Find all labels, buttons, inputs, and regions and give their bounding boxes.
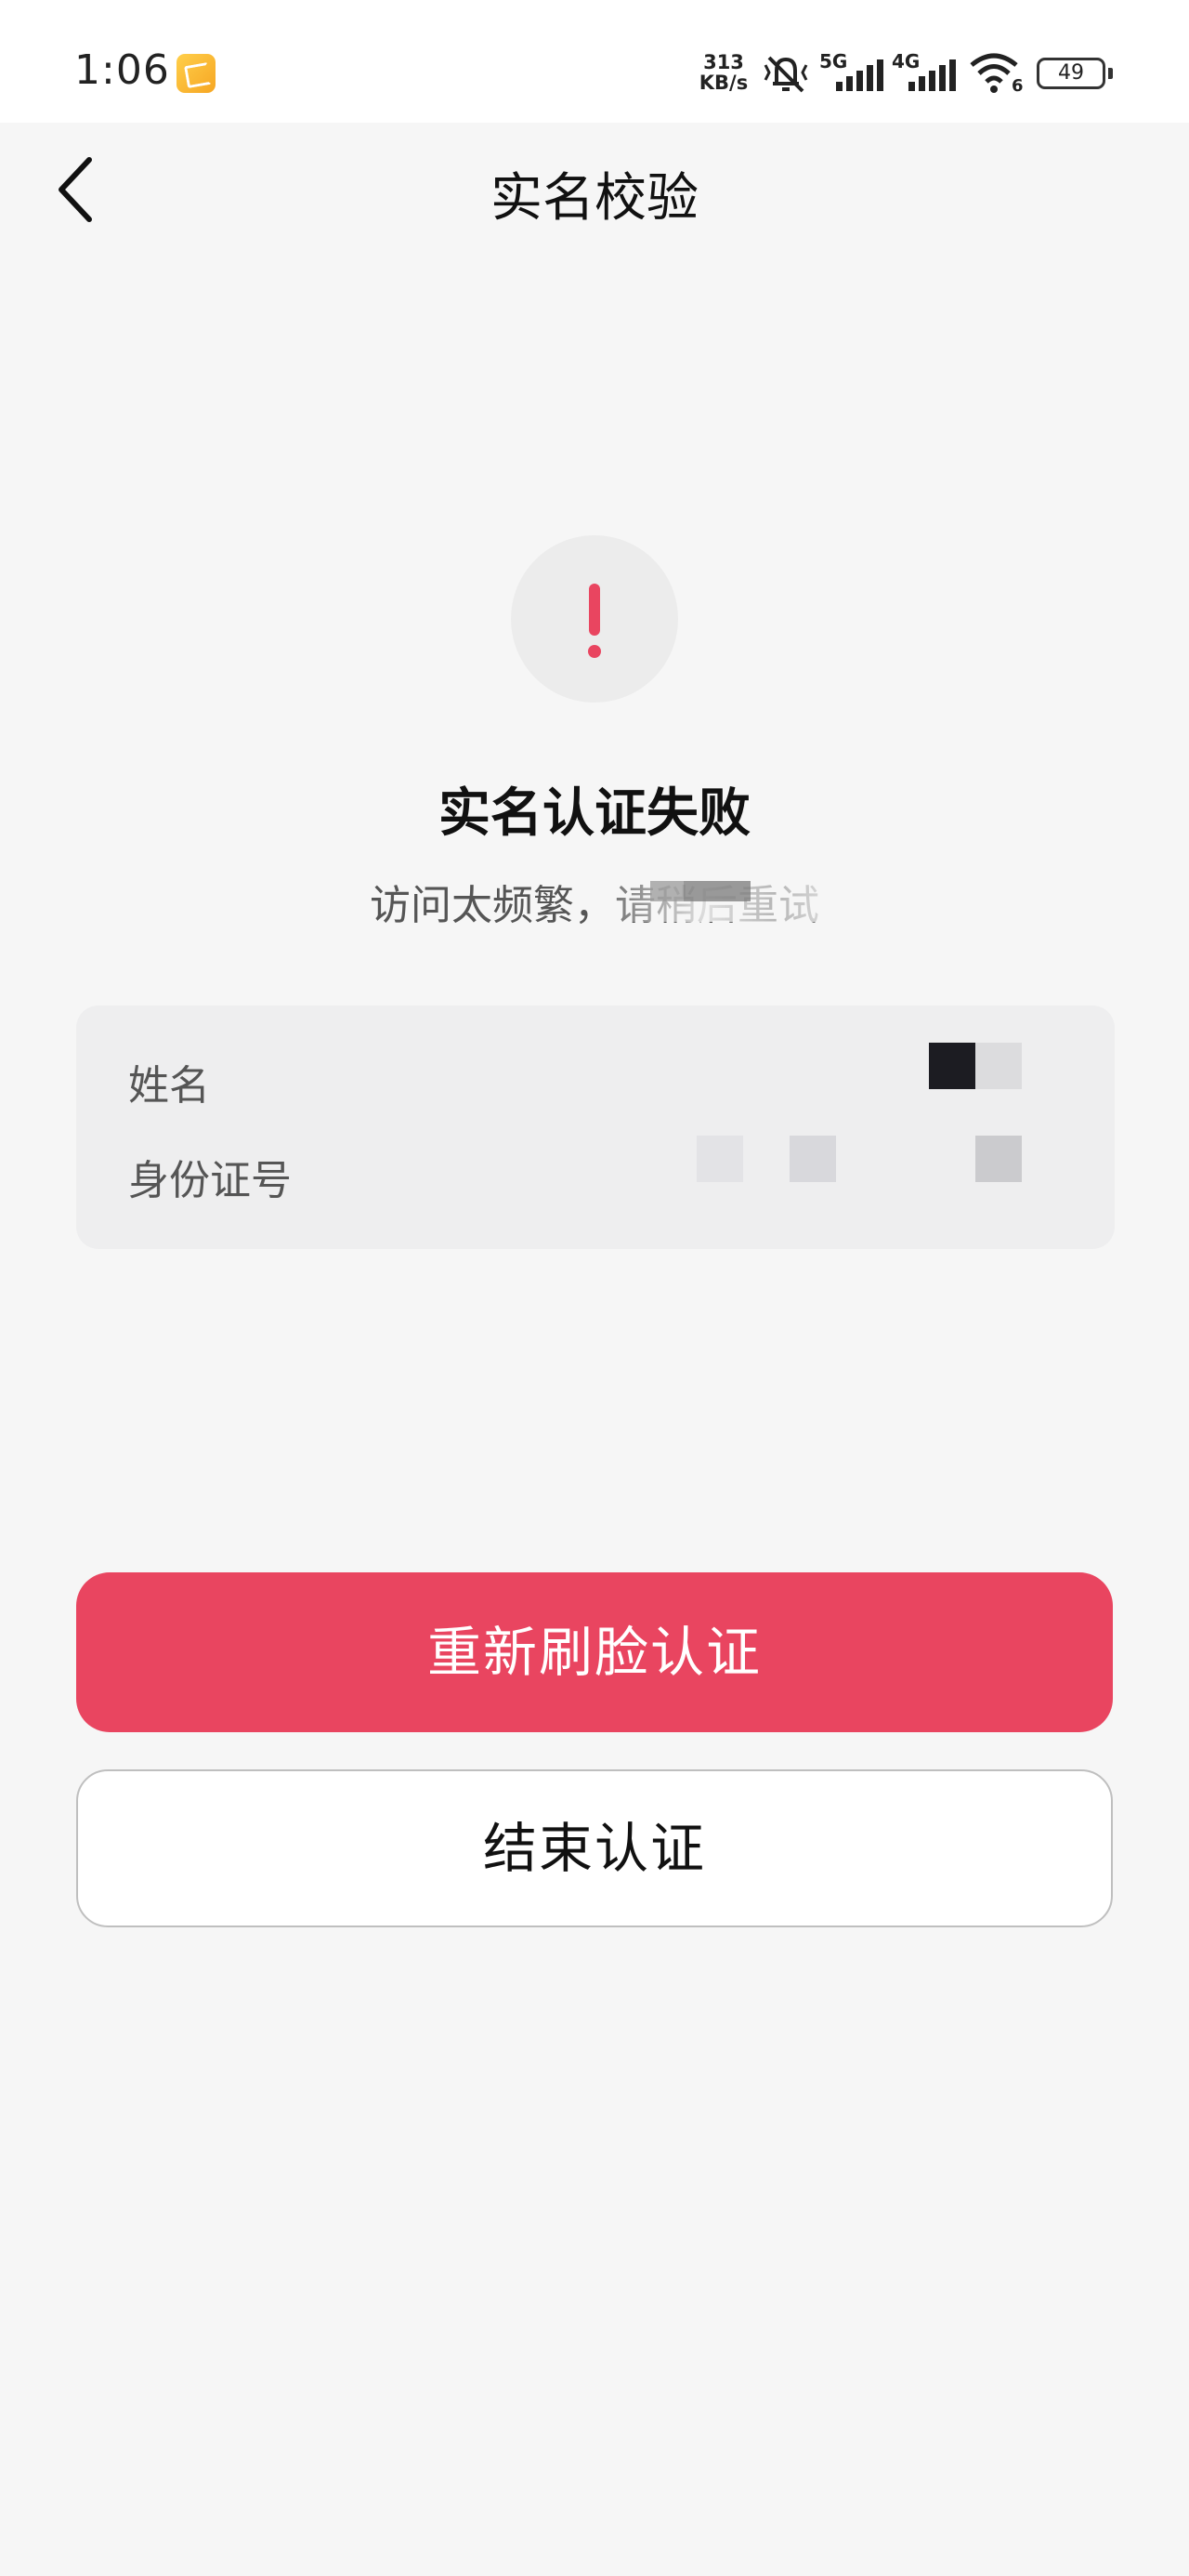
network-speed-unit: KB/s	[699, 72, 749, 94]
exclamation-dot	[588, 645, 601, 658]
end-verification-button[interactable]: 结束认证	[76, 1769, 1113, 1927]
signal-bars-icon	[908, 59, 956, 91]
status-time: 1:06	[74, 46, 170, 94]
real-name-verification-screen: 1:06 313 KB/s 5G 4G 6 49 实名校验 实名认证失败 访问太…	[0, 0, 1189, 2576]
name-redaction-pixel	[929, 1043, 975, 1089]
battery-indicator: 49	[1037, 58, 1105, 89]
identity-info-card: 姓名 身份证号	[76, 1005, 1115, 1249]
battery-tip	[1108, 68, 1113, 79]
exclamation-bar	[589, 584, 600, 636]
signal-bars-icon	[836, 59, 883, 91]
name-redaction-pixel	[975, 1043, 1022, 1089]
notes-app-icon	[176, 54, 216, 93]
redaction-pixel	[684, 881, 751, 901]
id-redaction-pixel	[790, 1136, 836, 1182]
result-subtitle: 访问太频繁，请稍后重试	[370, 882, 819, 929]
wifi-standard-label: 6	[1012, 76, 1024, 96]
name-label: 姓名	[128, 1062, 210, 1110]
id-number-label: 身份证号	[128, 1157, 292, 1204]
status-bar: 1:06 313 KB/s 5G 4G 6 49	[0, 0, 1189, 123]
network-speed-value: 313	[703, 51, 744, 73]
redaction-mask	[613, 861, 845, 922]
network-speed: 313 KB/s	[695, 52, 752, 93]
alert-icon	[511, 535, 678, 703]
navigation-bar: 实名校验	[0, 123, 1189, 253]
retry-face-verification-button[interactable]: 重新刷脸认证	[76, 1572, 1113, 1732]
result-title: 实名认证失败	[438, 783, 751, 844]
vibrate-mute-icon	[764, 56, 808, 93]
id-redaction-pixel	[975, 1136, 1022, 1182]
id-redaction-pixel	[697, 1136, 743, 1182]
redaction-pixel	[650, 881, 684, 901]
page-title: 实名校验	[490, 168, 699, 229]
